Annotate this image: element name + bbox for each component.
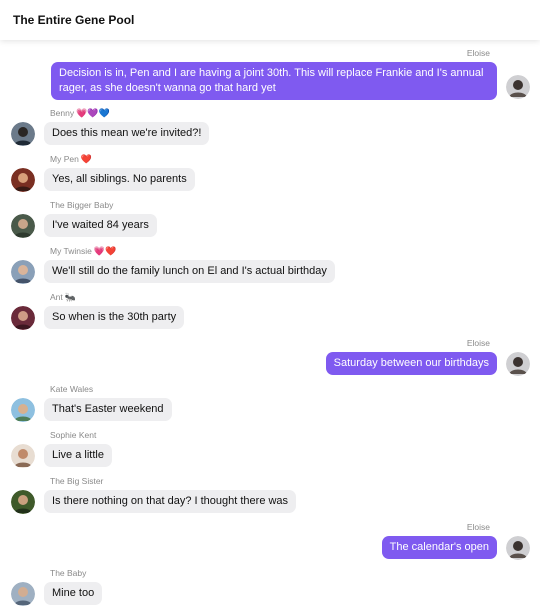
message-bubble[interactable]: Does this mean we're invited?! bbox=[44, 122, 210, 145]
sender-name: Benny 💗💜💙 bbox=[50, 108, 110, 118]
sender-name: Ant 🐜 bbox=[50, 292, 76, 302]
avatar[interactable] bbox=[11, 260, 35, 284]
avatar[interactable] bbox=[11, 122, 35, 146]
chat-header: The Entire Gene Pool bbox=[0, 0, 540, 40]
sender-emoji: 💗💜💙 bbox=[76, 108, 110, 118]
avatar[interactable] bbox=[11, 444, 35, 468]
chat-title: The Entire Gene Pool bbox=[13, 13, 135, 27]
avatar[interactable] bbox=[11, 214, 35, 238]
message-bubble[interactable]: We'll still do the family lunch on El an… bbox=[44, 260, 335, 283]
avatar[interactable] bbox=[506, 536, 530, 560]
sender-emoji: 🐜 bbox=[64, 292, 76, 302]
sender-emoji: 💗❤️ bbox=[93, 246, 117, 256]
avatar[interactable] bbox=[11, 398, 35, 422]
sender-name: Eloise bbox=[466, 522, 490, 532]
avatar[interactable] bbox=[11, 306, 35, 330]
avatar[interactable] bbox=[506, 75, 530, 99]
message-bubble[interactable]: Live a little bbox=[44, 444, 112, 467]
avatar[interactable] bbox=[11, 582, 35, 606]
sender-name: Kate Wales bbox=[50, 384, 94, 394]
sender-name: The Baby bbox=[50, 568, 87, 578]
message-bubble[interactable]: I've waited 84 years bbox=[44, 214, 157, 237]
message-bubble[interactable]: Yes, all siblings. No parents bbox=[44, 168, 195, 191]
sender-name: The Bigger Baby bbox=[50, 200, 114, 210]
message-bubble[interactable]: Decision is in, Pen and I are having a j… bbox=[51, 62, 497, 100]
message-bubble[interactable]: The calendar's open bbox=[381, 536, 497, 559]
sender-name: The Big Sister bbox=[50, 476, 104, 486]
sender-name: Eloise bbox=[466, 338, 490, 348]
sender-name: My Twinsie 💗❤️ bbox=[50, 246, 117, 256]
message-bubble[interactable]: So when is the 30th party bbox=[44, 306, 185, 329]
message-bubble[interactable]: Is there nothing on that day? I thought … bbox=[44, 490, 297, 513]
sender-emoji: ❤️ bbox=[80, 154, 93, 164]
avatar[interactable] bbox=[506, 352, 530, 376]
avatar[interactable] bbox=[11, 168, 35, 192]
message-thread[interactable]: Eloise Decision is in, Pen and I are hav… bbox=[0, 40, 540, 611]
sender-name: My Pen ❤️ bbox=[50, 154, 93, 164]
message-bubble[interactable]: That's Easter weekend bbox=[44, 398, 172, 421]
message-bubble[interactable]: Saturday between our birthdays bbox=[325, 352, 497, 375]
avatar[interactable] bbox=[11, 490, 35, 514]
sender-name: Eloise bbox=[466, 48, 490, 58]
sender-name: Sophie Kent bbox=[50, 430, 97, 440]
message-bubble[interactable]: Mine too bbox=[44, 582, 103, 605]
